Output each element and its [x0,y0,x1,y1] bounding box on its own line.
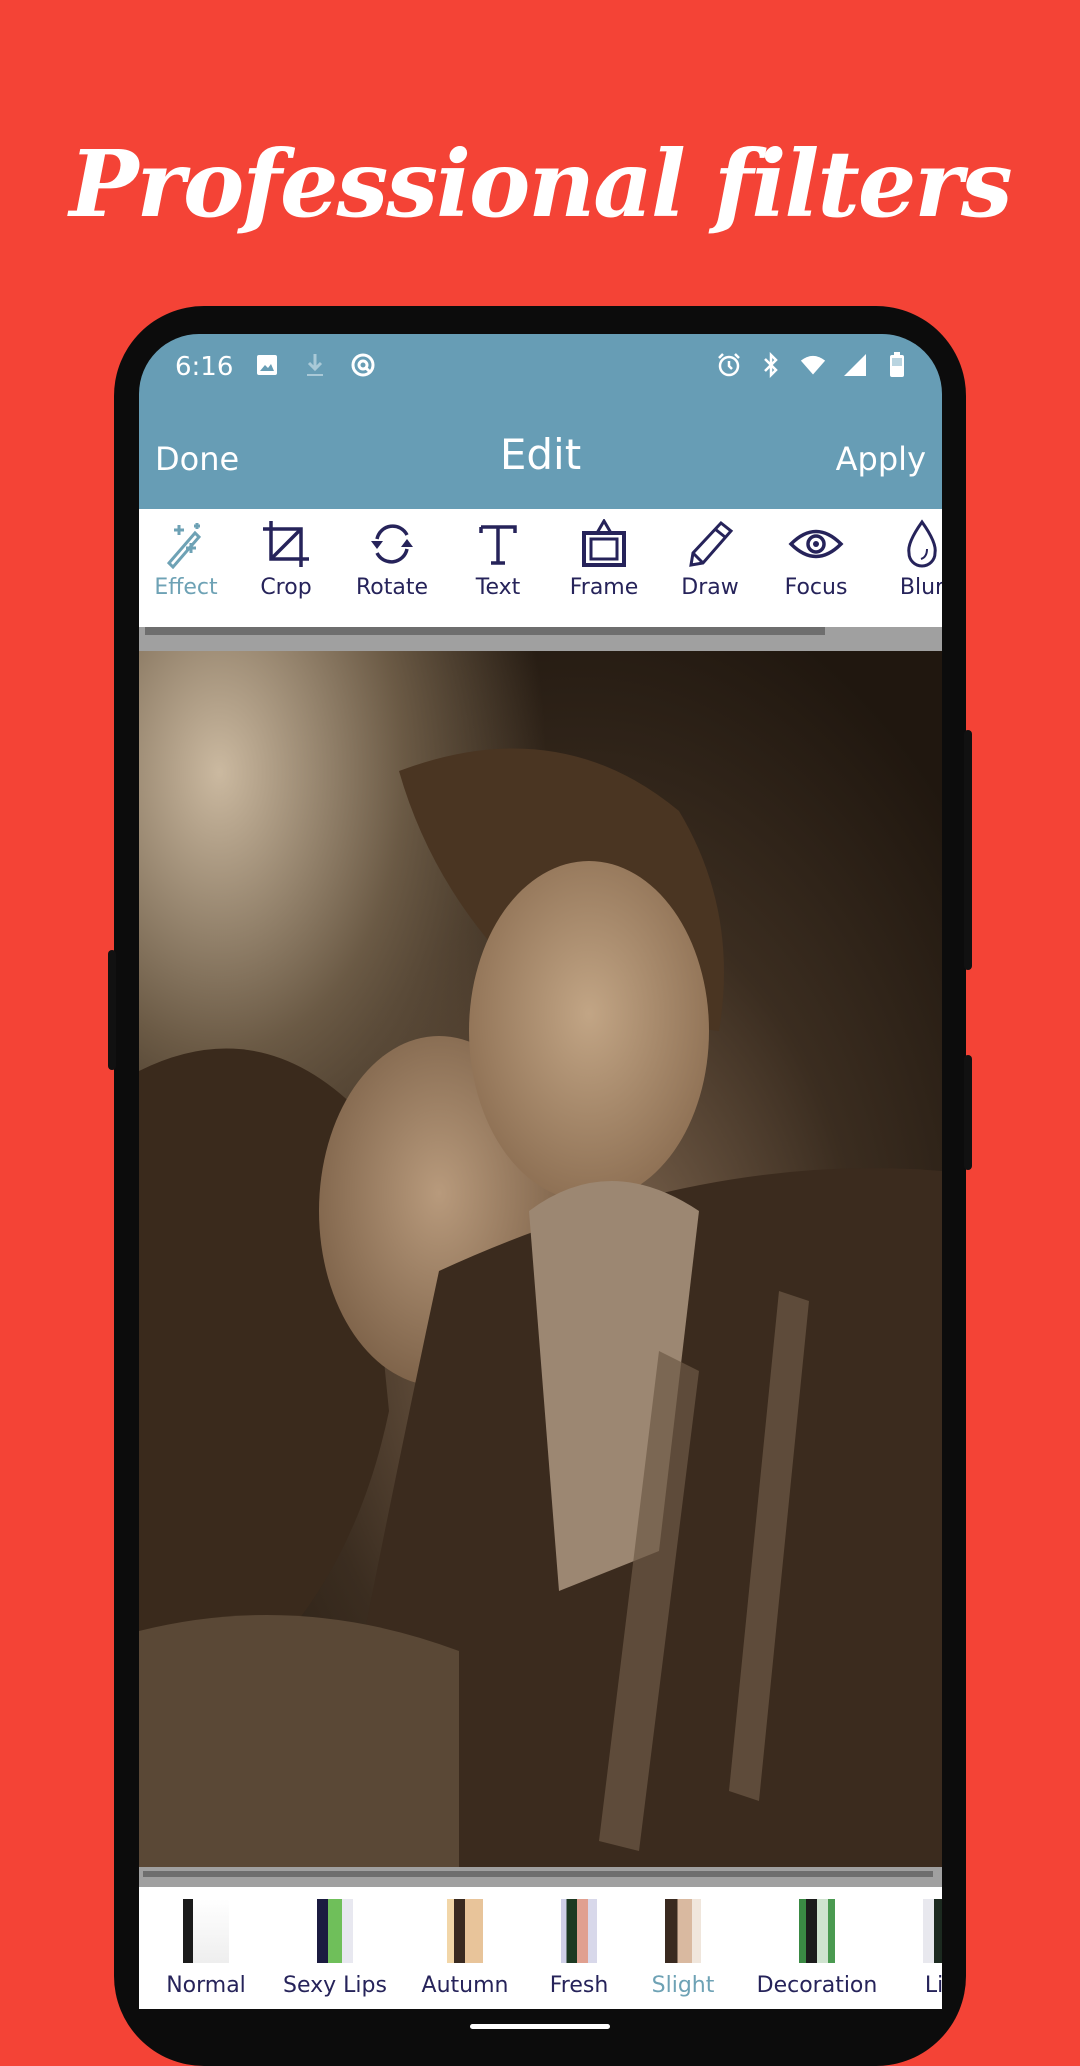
filter-light[interactable]: Lig [901,1887,942,2009]
signal-icon [842,352,868,378]
tool-frame[interactable]: Frame [551,509,657,600]
tool-label: Blur [899,575,942,600]
filter-label: Fresh [549,1973,609,1998]
home-indicator[interactable] [470,2024,610,2029]
filter-label: Autumn [421,1973,509,1998]
filter-thumbnail [665,1899,701,1963]
filter-thumbnail [317,1899,353,1963]
tool-text[interactable]: Text [445,509,551,600]
frame-icon [582,519,626,567]
apply-button[interactable]: Apply [836,440,926,478]
filter-thumbnail [447,1899,483,1963]
filter-decoration[interactable]: Decoration [733,1887,901,2009]
crop-icon [263,521,309,567]
filter-thumbnail [799,1899,835,1963]
pencil-icon [689,520,734,567]
filter-normal[interactable]: Normal [147,1887,265,2009]
filter-thumbnail [561,1899,597,1963]
battery-icon [884,352,910,378]
tool-label: Effect [154,575,218,600]
filter-label: Lig [924,1973,942,1998]
photo-canvas[interactable] [139,651,942,1867]
magic-wand-icon [166,523,202,569]
wifi-icon [800,352,826,378]
filter-label: Slight [651,1973,715,1998]
tool-label: Rotate [355,575,429,600]
edit-toolbar: Effect Crop Rotate Text Frame Draw Focus [139,509,942,627]
filter-slight[interactable]: Slight [633,1887,733,2009]
filter-label: Normal [166,1973,246,1998]
download-icon [302,352,328,378]
phone-side-button [108,950,116,1070]
rotate-icon [371,524,413,564]
tool-label: Text [475,575,521,600]
top-bar: 6:16 Done Edit Apply [139,334,942,509]
filter-autumn[interactable]: Autumn [405,1887,525,2009]
bluetooth-icon [758,352,784,378]
page-title: Edit [499,430,582,479]
status-time: 6:16 [175,352,234,382]
filter-thumbnail [923,1899,942,1963]
tool-crop[interactable]: Crop [233,509,339,600]
image-icon [254,352,280,378]
divider [139,1867,942,1887]
phone-power-button [964,730,972,970]
tool-effect[interactable]: Effect [139,509,233,600]
filter-label: Sexy Lips [283,1973,387,1998]
droplet-icon [907,519,937,568]
eye-icon [788,529,844,559]
tool-label: Frame [569,575,639,600]
filter-sexy-lips[interactable]: Sexy Lips [265,1887,405,2009]
tool-label: Focus [784,575,848,600]
promo-headline: Professional filters [69,130,1012,238]
text-icon [479,525,517,565]
filter-fresh[interactable]: Fresh [525,1887,633,2009]
tool-label: Crop [260,575,312,600]
done-button[interactable]: Done [155,440,239,478]
filter-strip: Normal Sexy Lips Autumn Fresh Slight Dec… [139,1887,942,2009]
phone-screen: 6:16 Done Edit Apply Effect Crop Rotate … [139,334,942,2009]
data-saver-icon [350,352,376,378]
tool-draw[interactable]: Draw [657,509,763,600]
phone-volume-button [964,1055,972,1170]
filter-thumbnail [183,1899,229,1963]
tool-focus[interactable]: Focus [763,509,869,600]
divider [139,627,942,651]
tool-rotate[interactable]: Rotate [339,509,445,600]
photo-couple [139,748,942,1867]
filter-label: Decoration [756,1973,878,1998]
tool-label: Draw [681,575,739,600]
alarm-icon [716,352,742,378]
tool-blur[interactable]: Blur [869,509,942,600]
